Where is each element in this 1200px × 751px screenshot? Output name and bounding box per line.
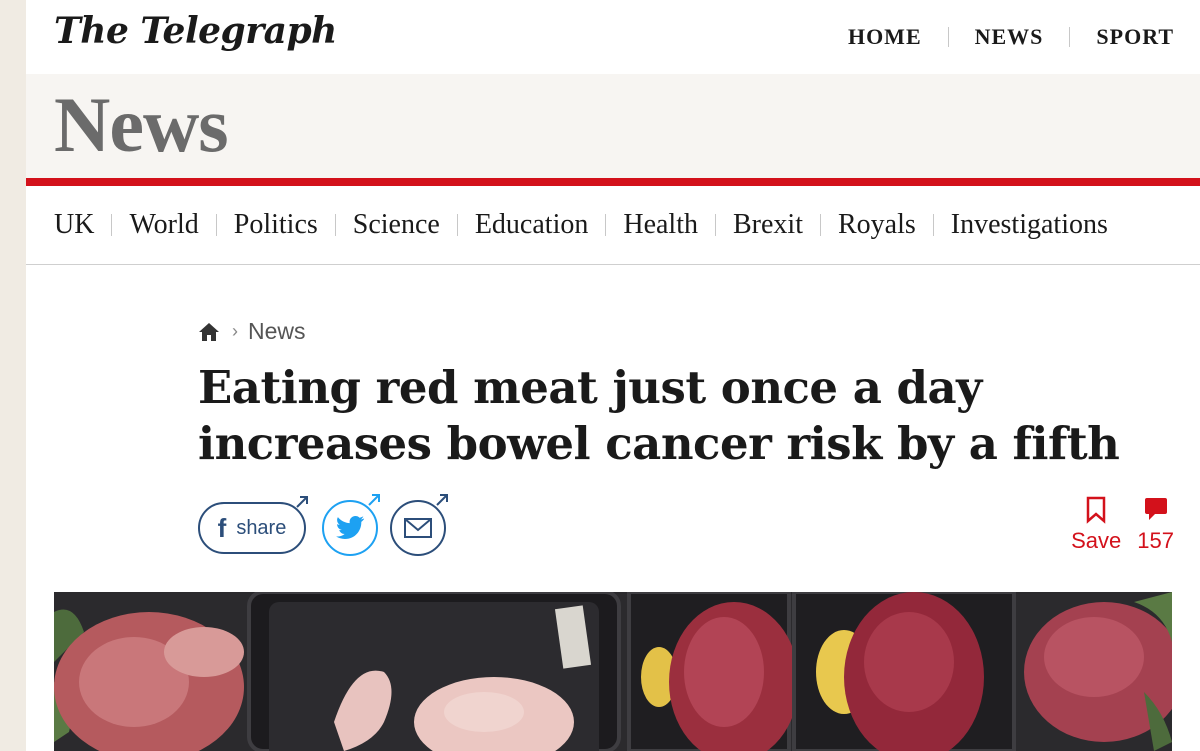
subnav-item-world[interactable]: World	[112, 209, 215, 241]
home-icon[interactable]	[198, 321, 220, 343]
comment-count: 157	[1137, 528, 1174, 553]
subnav-item-investigations[interactable]: Investigations	[934, 209, 1125, 241]
facebook-share-button[interactable]: f share	[198, 496, 308, 554]
breadcrumb: › News	[198, 318, 306, 345]
top-nav-sport[interactable]: SPORT	[1070, 24, 1200, 50]
section-divider	[26, 178, 1200, 186]
save-label: Save	[1071, 528, 1122, 553]
comment-icon	[1144, 498, 1167, 520]
subnav-item-science[interactable]: Science	[336, 209, 457, 241]
facebook-share-label: share	[236, 516, 287, 539]
telegraph-logo[interactable]: The Telegraph	[54, 10, 337, 52]
meat-photo	[54, 592, 1172, 751]
twitter-icon	[336, 516, 365, 539]
section-subnav: UK World Politics Science Education Heal…	[26, 186, 1200, 265]
external-arrow-icon	[368, 494, 380, 506]
breadcrumb-chevron-icon: ›	[232, 321, 238, 341]
save-button[interactable]: Save	[1071, 496, 1121, 554]
subnav-item-royals[interactable]: Royals	[821, 209, 933, 241]
email-share-button[interactable]	[390, 494, 448, 556]
email-icon	[404, 518, 432, 538]
article-actions: Save 157	[1071, 496, 1174, 554]
article-hero-image	[54, 592, 1172, 751]
facebook-icon: f	[217, 512, 227, 543]
subnav-item-health[interactable]: Health	[606, 209, 715, 241]
masthead: The Telegraph HOME NEWS SPORT	[26, 0, 1200, 74]
top-navigation: HOME NEWS SPORT	[822, 24, 1200, 50]
subnav-item-uk[interactable]: UK	[26, 209, 111, 241]
external-arrow-icon	[436, 494, 448, 506]
share-buttons: f share	[198, 494, 458, 556]
page: The Telegraph HOME NEWS SPORT News UK Wo…	[26, 0, 1200, 751]
subnav-item-politics[interactable]: Politics	[217, 209, 335, 241]
section-title[interactable]: News	[54, 80, 229, 170]
bookmark-icon	[1086, 496, 1106, 524]
top-nav-news[interactable]: NEWS	[949, 24, 1070, 50]
subnav-item-education[interactable]: Education	[458, 209, 606, 241]
breadcrumb-item-news[interactable]: News	[248, 318, 306, 345]
comments-button[interactable]: 157	[1137, 496, 1174, 554]
subnav-item-brexit[interactable]: Brexit	[716, 209, 820, 241]
top-nav-home[interactable]: HOME	[822, 24, 948, 50]
section-header: News	[26, 74, 1200, 178]
twitter-share-button[interactable]	[322, 494, 380, 556]
article-headline: Eating red meat just once a day increase…	[198, 361, 1120, 470]
external-arrow-icon	[296, 496, 308, 508]
